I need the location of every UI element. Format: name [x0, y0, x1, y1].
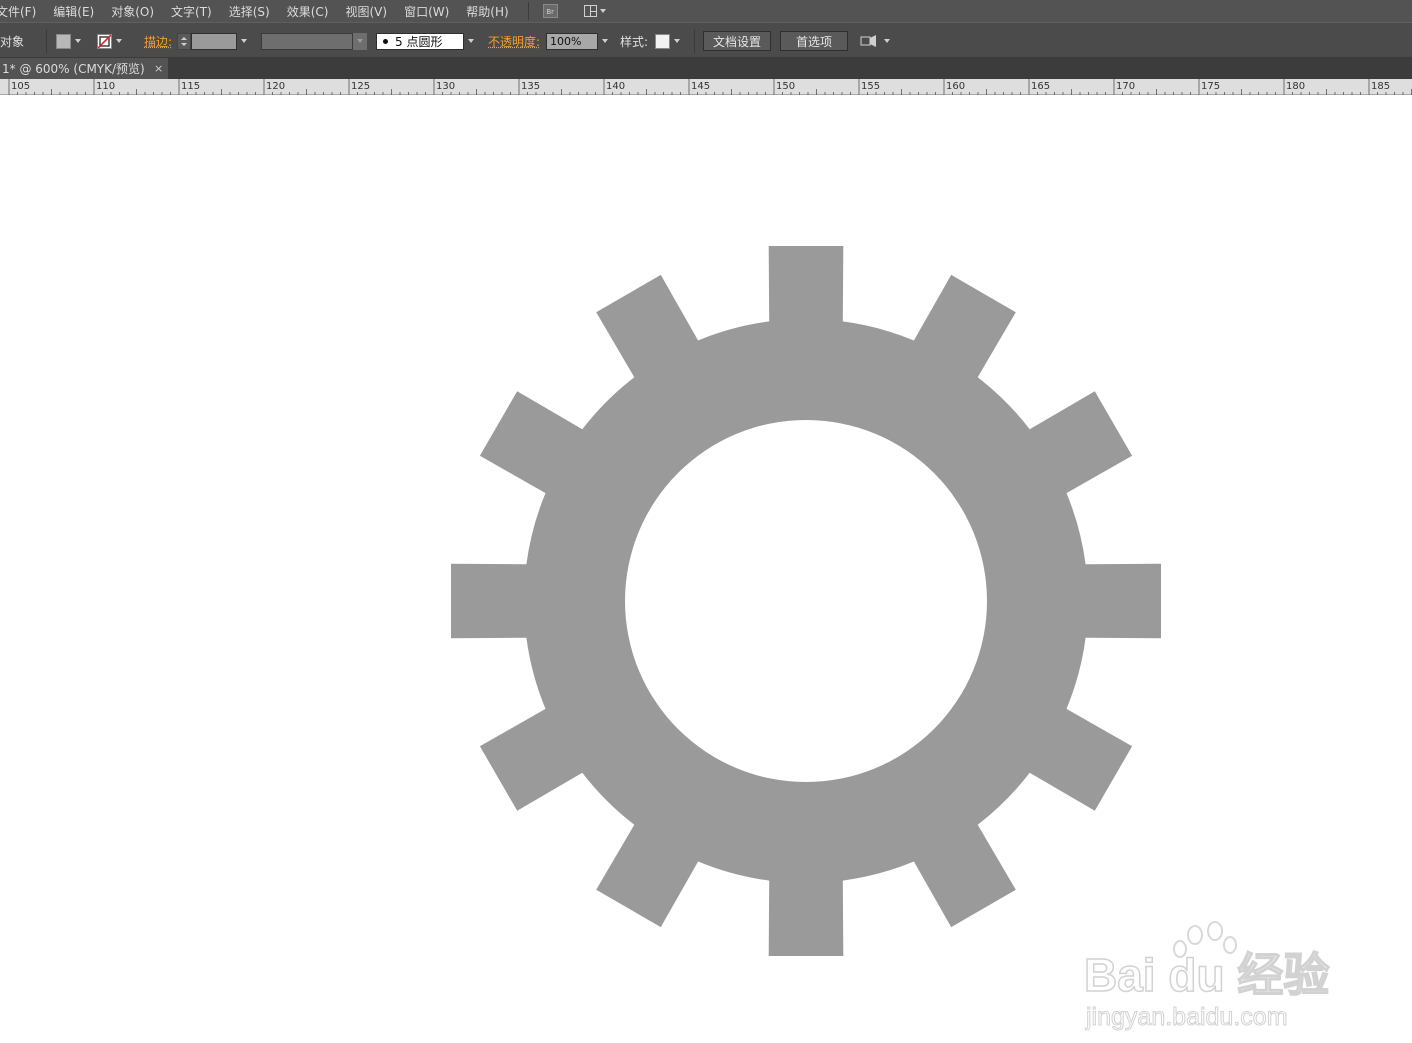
brush-definition-select[interactable]: 5 点圆形	[376, 23, 478, 59]
brush-definition-value: 5 点圆形	[395, 33, 442, 50]
ruler-label: 155	[861, 81, 880, 92]
chevron-down-icon	[112, 33, 126, 50]
ruler-label: 150	[776, 81, 795, 92]
ruler-label: 105	[11, 81, 30, 92]
watermark-url: jingyan.baidu.com	[1085, 1003, 1288, 1031]
style-swatch	[655, 34, 670, 49]
horizontal-ruler[interactable]: 105 110 115 120 125 130 135 140 145 150 155 160 165 1…	[0, 79, 1412, 95]
arrange-documents-button[interactable]	[860, 23, 890, 59]
ruler-label: 110	[96, 81, 115, 92]
menu-window[interactable]: 窗口(W)	[404, 3, 457, 20]
document-tab-bar: 1* @ 600% (CMYK/预览) ×	[0, 58, 1412, 79]
menu-select[interactable]: 选择(S)	[229, 3, 278, 20]
ruler-label: 125	[351, 81, 370, 92]
ruler-label: 170	[1116, 81, 1135, 92]
ruler-label: 175	[1201, 81, 1220, 92]
opacity-input[interactable]: 100%	[546, 33, 598, 50]
gear-icon[interactable]	[451, 246, 1161, 956]
variable-width-profile[interactable]	[261, 23, 367, 59]
menu-effect[interactable]: 效果(C)	[287, 3, 337, 20]
ruler-ticks: 105 110 115 120 125 130 135 140 145 150 155 160 165 1…	[0, 79, 1412, 95]
ruler-label: 180	[1286, 81, 1305, 92]
opacity-select[interactable]: 100%	[546, 23, 612, 59]
chevron-down-icon	[600, 9, 606, 13]
close-icon[interactable]: ×	[154, 62, 163, 75]
artboard-canvas[interactable]: Bai du 经验 jingyan.baidu.com	[0, 95, 1412, 973]
baidu-jingyan-watermark: Bai du 经验 jingyan.baidu.com	[1080, 913, 1340, 1043]
document-tab-title: 1* @ 600% (CMYK/预览)	[2, 60, 145, 77]
style-label: 样式:	[620, 33, 648, 50]
menu-type[interactable]: 文字(T)	[171, 3, 220, 20]
menu-edit[interactable]: 编辑(E)	[53, 3, 102, 20]
width-profile-field[interactable]	[261, 33, 353, 50]
brush-definition-field[interactable]: 5 点圆形	[376, 33, 464, 50]
arrange-icon	[860, 34, 878, 48]
opacity-label[interactable]: 不透明度:	[488, 33, 540, 50]
fill-swatch	[56, 34, 71, 49]
ruler-label: 130	[436, 81, 455, 92]
control-bar: 对象 描边: 5 点圆形 不透明度: 100% 样式: 文档设置 首选项	[0, 22, 1412, 58]
menu-separator	[528, 2, 529, 20]
ruler-label: 185	[1371, 81, 1390, 92]
menu-file[interactable]: 文件(F)	[0, 3, 44, 20]
ruler-label: 115	[181, 81, 200, 92]
chevron-down-icon[interactable]	[353, 33, 367, 50]
bridge-icon[interactable]: Br	[543, 4, 558, 18]
gear-shape[interactable]	[0, 95, 1412, 973]
chevron-down-icon	[670, 33, 684, 50]
document-tab[interactable]: 1* @ 600% (CMYK/预览) ×	[0, 58, 168, 79]
ruler-label: 135	[521, 81, 540, 92]
menu-bar: 文件(F) 编辑(E) 对象(O) 文字(T) 选择(S) 效果(C) 视图(V…	[0, 0, 1412, 22]
divider	[694, 29, 695, 53]
graphic-style-select[interactable]	[655, 23, 684, 59]
stroke-weight-input[interactable]	[191, 33, 237, 50]
chevron-down-icon[interactable]	[464, 33, 478, 50]
document-setup-button[interactable]: 文档设置	[703, 31, 771, 51]
divider	[46, 29, 47, 53]
chevron-down-icon	[884, 39, 890, 43]
chevron-down-icon[interactable]	[237, 33, 251, 50]
menu-view[interactable]: 视图(V)	[345, 3, 395, 20]
workspace-layout-button[interactable]	[584, 5, 606, 17]
stroke-label[interactable]: 描边:	[144, 33, 172, 50]
fill-color-control[interactable]	[56, 23, 85, 59]
ruler-label: 140	[606, 81, 625, 92]
ruler-label: 160	[946, 81, 965, 92]
menu-object[interactable]: 对象(O)	[111, 3, 162, 20]
menu-help[interactable]: 帮助(H)	[466, 3, 516, 20]
ruler-label: 145	[691, 81, 710, 92]
layout-icon	[584, 5, 597, 17]
stroke-color-control[interactable]	[97, 23, 126, 59]
chevron-down-icon	[71, 33, 85, 50]
ruler-label: 120	[266, 81, 285, 92]
ruler-label: 165	[1031, 81, 1050, 92]
chevron-down-icon[interactable]	[598, 33, 612, 50]
stepper-arrows-icon[interactable]	[177, 33, 191, 50]
watermark-brand: Bai du 经验	[1084, 949, 1329, 1001]
brush-dot-icon	[383, 39, 388, 44]
preferences-button[interactable]: 首选项	[780, 31, 848, 51]
no-stroke-swatch-icon	[97, 34, 112, 49]
selection-type-label: 对象	[0, 33, 24, 50]
stroke-weight-stepper[interactable]	[177, 23, 251, 59]
